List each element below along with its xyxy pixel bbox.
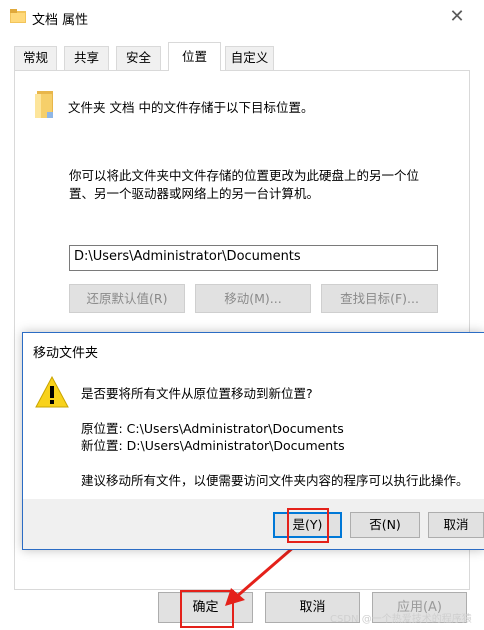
restore-default-button[interactable]: 还原默认值(R) [69, 284, 185, 313]
no-button[interactable]: 否(N) [350, 512, 420, 538]
tab-location[interactable]: 位置 [168, 42, 221, 71]
tab-general[interactable]: 常规 [14, 46, 57, 70]
tab-sharing[interactable]: 共享 [64, 46, 109, 70]
move-button[interactable]: 移动(M)... [195, 284, 311, 313]
dialog-new-location: 新位置: D:\Users\Administrator\Documents [81, 438, 345, 453]
dialog-question: 是否要将所有文件从原位置移动到新位置? [81, 386, 313, 401]
folder-icon [35, 91, 53, 118]
window-title: 文档 属性 [32, 13, 89, 28]
location-path-input[interactable]: D:\Users\Administrator\Documents [69, 245, 438, 271]
tab-security[interactable]: 安全 [116, 46, 161, 70]
warning-icon [35, 376, 69, 408]
yes-highlight-box [287, 508, 329, 543]
tab-customize[interactable]: 自定义 [225, 46, 274, 70]
dialog-cancel-button[interactable]: 取消 [428, 512, 484, 538]
watermark: CSDN @一个热爱技术的程序猿 [330, 614, 472, 625]
red-arrow [225, 544, 296, 606]
dialog-title: 移动文件夹 [33, 346, 99, 361]
close-icon[interactable]: ✕ [446, 6, 468, 28]
location-desc-line1: 你可以将此文件夹中文件存储的位置更改为此硬盘上的另一个位 [69, 168, 420, 183]
folder-icon [10, 9, 26, 23]
location-intro: 文件夹 文档 中的文件存储于以下目标位置。 [68, 100, 314, 115]
location-desc-line2: 置、另一个驱动器或网络上的另一台计算机。 [69, 186, 320, 201]
dialog-advice: 建议移动所有文件，以便需要访问文件夹内容的程序可以执行此操作。 [81, 473, 469, 488]
find-target-button[interactable]: 查找目标(F)... [321, 284, 438, 313]
